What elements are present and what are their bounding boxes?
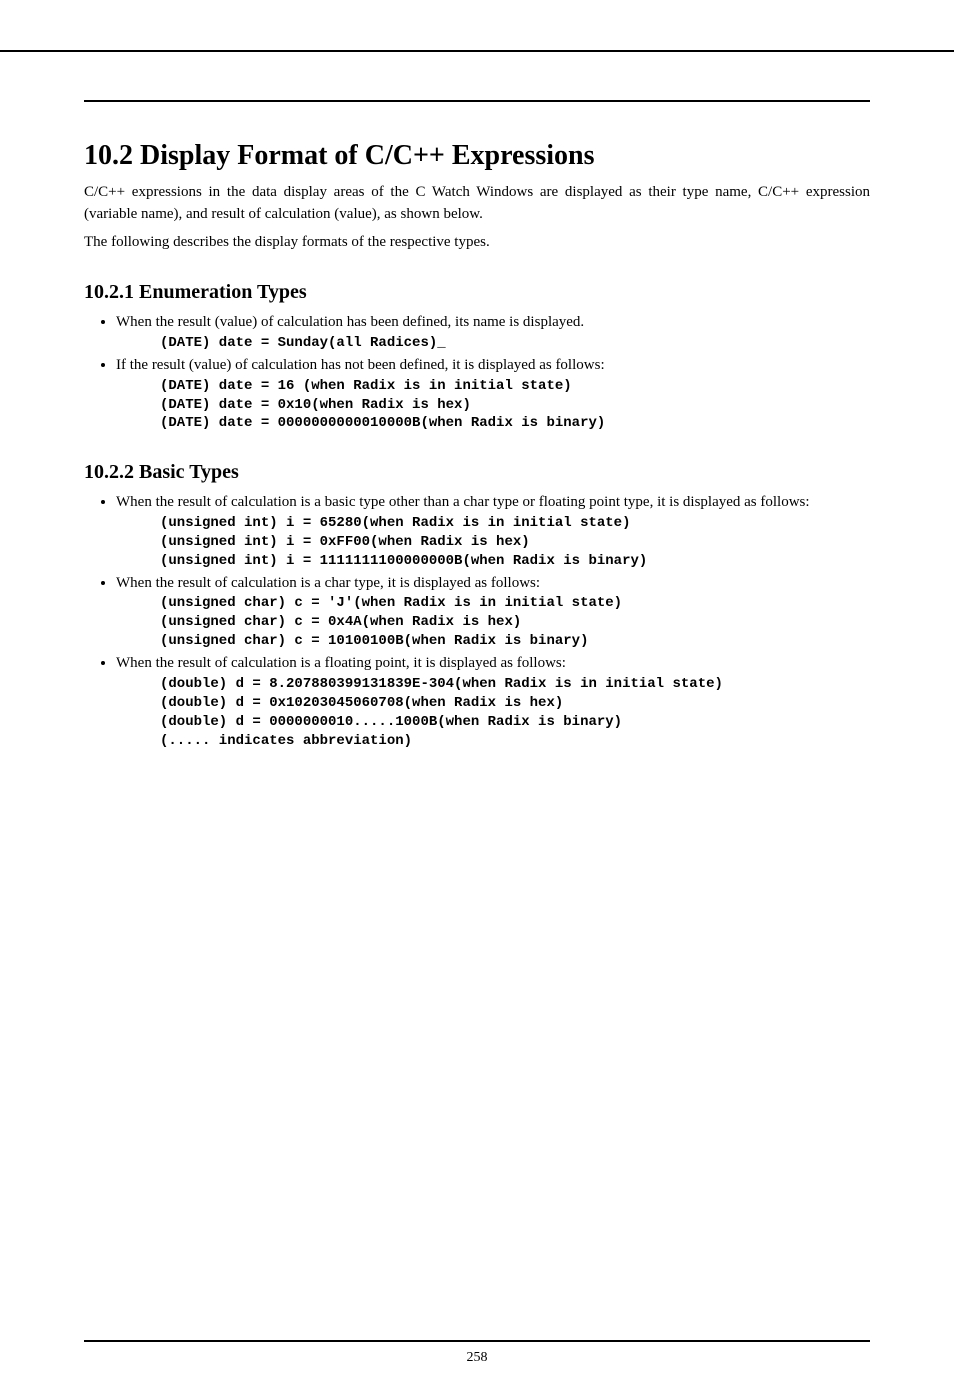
section2-bullet-1-code: (unsigned int) i = 65280(when Radix is i… bbox=[160, 514, 870, 571]
section2-bullet-3-code: (double) d = 8.207880399131839E-304(when… bbox=[160, 675, 870, 751]
subsection-1-heading: 10.2.1 Enumeration Types bbox=[84, 281, 870, 304]
section2-bullet-3: When the result of calculation is a floa… bbox=[116, 653, 870, 750]
section1-bullet-1-text: When the result (value) of calculation h… bbox=[116, 314, 584, 330]
section2-bullet-2: When the result of calculation is a char… bbox=[116, 573, 870, 651]
section1-bullet-1: When the result (value) of calculation h… bbox=[116, 312, 870, 353]
section1-bullet-2-code: (DATE) date = 16 (when Radix is in initi… bbox=[160, 377, 870, 434]
section2-bullet-1: When the result of calculation is a basi… bbox=[116, 492, 870, 570]
footer-horizontal-rule bbox=[84, 1340, 870, 1342]
section-title: 10.2 Display Format of C/C++ Expressions bbox=[84, 140, 870, 172]
section1-list: When the result (value) of calculation h… bbox=[84, 312, 870, 433]
section2-bullet-3-text: When the result of calculation is a floa… bbox=[116, 655, 566, 671]
section2-bullet-2-text: When the result of calculation is a char… bbox=[116, 575, 540, 591]
page-content: 10.2 Display Format of C/C++ Expressions… bbox=[0, 50, 954, 794]
section1-bullet-2: If the result (value) of calculation has… bbox=[116, 355, 870, 433]
intro-paragraph-1: C/C++ expressions in the data display ar… bbox=[84, 182, 870, 226]
section1-bullet-1-code: (DATE) date = Sunday(all Radices)_ bbox=[160, 334, 870, 353]
intro-paragraph-2: The following describes the display form… bbox=[84, 232, 870, 254]
section2-bullet-2-code: (unsigned char) c = 'J'(when Radix is in… bbox=[160, 594, 870, 651]
page-number: 258 bbox=[84, 1350, 870, 1366]
section1-bullet-2-text: If the result (value) of calculation has… bbox=[116, 357, 605, 373]
section2-bullet-1-text: When the result of calculation is a basi… bbox=[116, 494, 810, 510]
subsection-2-heading: 10.2.2 Basic Types bbox=[84, 461, 870, 484]
section2-list: When the result of calculation is a basi… bbox=[84, 492, 870, 750]
top-horizontal-rule bbox=[84, 100, 870, 102]
